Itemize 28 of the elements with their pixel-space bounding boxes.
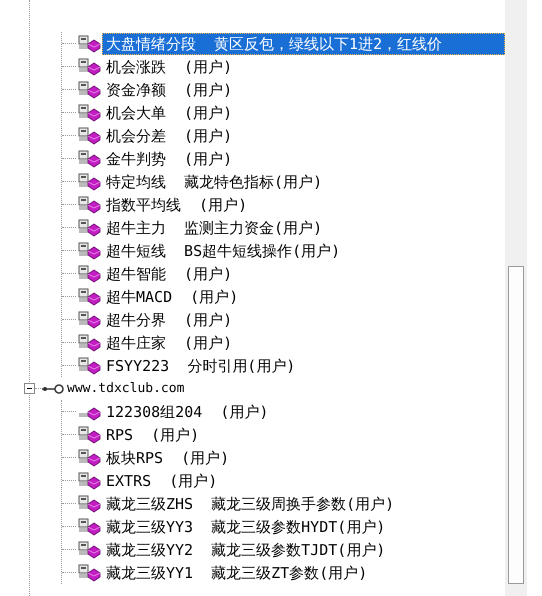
- formula-item[interactable]: 超牛分界 (用户): [102, 308, 236, 330]
- group-label[interactable]: www.tdxclub.com: [65, 381, 184, 396]
- formula-item[interactable]: 机会涨跌 (用户): [102, 56, 236, 78]
- formula-item[interactable]: 大盘情绪分段 黄区反包，绿线以下1进2，红线价: [102, 32, 505, 54]
- formula-item[interactable]: FSYY223 分时引用(用户): [102, 354, 300, 376]
- formula-item[interactable]: RPS (用户): [102, 424, 204, 446]
- formula-item[interactable]: 藏龙三级YY2 藏龙三级参数TJDT(用户): [102, 538, 390, 560]
- formula-item[interactable]: 特定均线 藏龙特色指标(用户): [102, 170, 326, 192]
- formula-item[interactable]: 藏龙三级YY1 藏龙三级ZT参数(用户): [102, 562, 372, 584]
- formula-item[interactable]: 超牛主力 监测主力资金(用户): [102, 216, 326, 238]
- scrollbar[interactable]: [505, 0, 527, 596]
- formula-item[interactable]: 藏龙三级YY3 藏龙三级参数HYDT(用户): [102, 516, 390, 538]
- scrollbar-thumb[interactable]: [508, 266, 524, 584]
- formula-item[interactable]: 超牛MACD (用户): [102, 286, 242, 308]
- formula-item[interactable]: EXTRS (用户): [102, 470, 222, 492]
- formula-item[interactable]: 机会分差 (用户): [102, 124, 236, 146]
- formula-item[interactable]: 122308组204 (用户): [102, 400, 272, 422]
- formula-item[interactable]: 藏龙三级ZHS 藏龙三级周换手参数(用户): [102, 492, 398, 514]
- formula-item[interactable]: 超牛智能 (用户): [102, 262, 236, 284]
- formula-item[interactable]: 机会大单 (用户): [102, 102, 236, 124]
- formula-item[interactable]: 超牛短线 BS超牛短线操作(用户): [102, 240, 344, 262]
- key-icon: [41, 382, 65, 394]
- collapse-toggle[interactable]: [24, 383, 35, 394]
- formula-item[interactable]: 金牛判势 (用户): [102, 148, 236, 170]
- formula-item[interactable]: 指数平均线 (用户): [102, 194, 252, 216]
- formula-item[interactable]: 超牛庄家 (用户): [102, 332, 236, 354]
- formula-item[interactable]: 板块RPS (用户): [102, 446, 234, 468]
- formula-item[interactable]: 资金净额 (用户): [102, 78, 236, 100]
